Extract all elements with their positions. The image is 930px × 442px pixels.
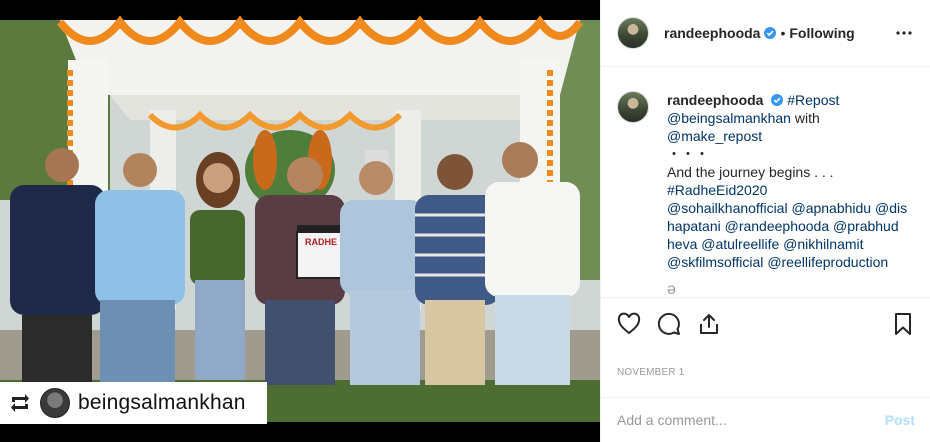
caption-mention-link[interactable]: #RadheEid2020 [667, 182, 767, 198]
verified-badge-icon [764, 27, 777, 39]
post-date[interactable]: NOVEMBER 1 [617, 367, 685, 378]
header-separator: • [780, 25, 786, 41]
caption-text-fragment: with [790, 110, 820, 126]
post-actions [601, 297, 930, 349]
comment-bar: Post [601, 397, 930, 442]
comment-input[interactable] [617, 412, 885, 428]
share-icon[interactable] [697, 312, 721, 336]
repost-badge: beingsalmankhan [0, 382, 267, 424]
caption-mention-link[interactable]: @reellifeproduction [767, 254, 888, 270]
repost-username: beingsalmankhan [78, 391, 246, 414]
bookmark-icon[interactable] [891, 312, 915, 336]
caption-mention-link[interactable]: heva [667, 236, 697, 252]
repost-avatar [40, 388, 70, 418]
caption-mention-link[interactable]: @beingsalmankhan [667, 110, 791, 126]
author-username[interactable]: randeephooda [664, 25, 760, 41]
caption-mention-link[interactable]: @make_repost [667, 128, 762, 144]
comment-icon[interactable] [657, 312, 681, 336]
heart-icon[interactable] [617, 312, 641, 336]
caption-text-fragment: ・・・ [667, 146, 709, 162]
repost-icon [11, 394, 29, 412]
following-button[interactable]: Following [789, 25, 854, 41]
post-comment-button[interactable]: Post [885, 412, 915, 428]
caption-mention-link[interactable]: @prabhud [833, 218, 899, 234]
caption-author-username[interactable]: randeephooda [667, 92, 763, 108]
post-photo[interactable]: RADHE beingsalmankhan [0, 0, 600, 442]
caption-mention-link[interactable]: @nikhilnamit [783, 236, 863, 252]
caption-mention-link[interactable]: @dis [875, 200, 907, 216]
caption-mention-link[interactable]: @skfilmsofficial [667, 254, 763, 270]
caption-area: randeephooda #Repost @beingsalmankhan wit… [601, 67, 930, 296]
caption-mention-link[interactable]: @sohailkhanofficial [667, 200, 788, 216]
author-avatar[interactable] [617, 17, 649, 49]
post-side-panel: randeephooda • Following randeephooda #R… [600, 0, 930, 442]
post-header: randeephooda • Following [601, 0, 930, 67]
caption-mention-link[interactable]: @apnabhidu [791, 200, 871, 216]
caption-mention-link[interactable]: #Repost [787, 92, 839, 108]
caption-verified-icon [771, 94, 784, 106]
photo-scene: RADHE [0, 0, 600, 442]
caption-text-fragment: And the journey begins . . . [667, 164, 834, 180]
caption-mention-link[interactable]: @atulreellife [701, 236, 779, 252]
caption-text: randeephooda #Repost @beingsalmankhan wit… [667, 91, 914, 271]
caption-mention-link[interactable]: hapatani [667, 218, 721, 234]
more-horizontal-icon[interactable] [894, 23, 914, 43]
clapboard-text: RADHE [305, 237, 337, 247]
caption-author-avatar[interactable] [617, 91, 649, 123]
caption-mention-link[interactable]: @randeephooda [725, 218, 830, 234]
